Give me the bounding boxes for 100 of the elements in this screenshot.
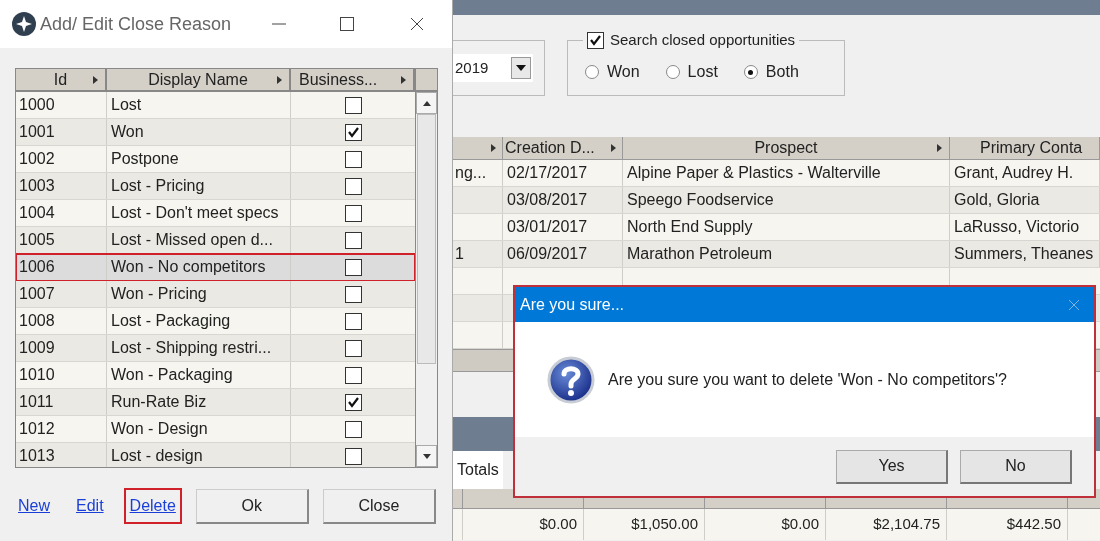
table-row[interactable]: 1003 Lost - Pricing — [16, 173, 415, 200]
checkbox[interactable] — [587, 31, 604, 49]
table-cell-text: 1012 — [19, 419, 55, 439]
dialog-button[interactable]: Ok — [195, 488, 309, 524]
table-cell-text: Won - Packaging — [111, 365, 233, 385]
table-row[interactable]: 1013 Lost - design — [16, 443, 415, 467]
table-cell-text: 06/09/2017 — [507, 244, 588, 264]
table-cell-text: Gold, Gloria — [954, 190, 1040, 210]
checkbox[interactable] — [344, 447, 362, 465]
close-icon[interactable] — [410, 17, 424, 31]
checkbox[interactable] — [344, 123, 362, 141]
table-cell-text: Lost - Don't meet specs — [111, 203, 279, 223]
checkbox[interactable] — [344, 258, 362, 276]
radio-button[interactable] — [743, 65, 758, 79]
table-row[interactable]: 1000 Lost — [16, 92, 415, 119]
table-cell-text: Won — [111, 122, 144, 142]
scrollbar-thumb[interactable] — [417, 114, 436, 364]
table-cell-text: ng... — [455, 163, 487, 183]
table-row[interactable]: 1012 Won - Design — [16, 416, 415, 443]
checkbox[interactable] — [344, 96, 362, 114]
table-cell-text: 1008 — [19, 311, 55, 331]
date-combobox[interactable]: 2019 — [453, 54, 533, 82]
message-box-button[interactable]: No — [960, 449, 1072, 484]
table-row[interactable]: 1004 Lost - Don't meet specs — [16, 200, 415, 227]
column-header[interactable]: Prospect — [623, 137, 950, 159]
table-cell-text: 1002 — [19, 149, 55, 169]
maximize-icon[interactable] — [340, 17, 354, 31]
message-box-button[interactable]: Yes — [836, 449, 948, 484]
checkbox[interactable] — [344, 339, 362, 357]
table-cell-text: LaRusso, Victorio — [954, 217, 1080, 237]
checkbox[interactable] — [344, 366, 362, 384]
scroll-down-icon[interactable] — [421, 451, 432, 461]
table-cell-text: 1005 — [19, 230, 55, 250]
table-cell-text: $0.00 — [539, 514, 577, 535]
table-cell-text: Lost - design — [111, 446, 203, 466]
table-cell-text: Lost - Packaging — [111, 311, 231, 331]
table-cell-text: 1009 — [19, 338, 55, 358]
table-row[interactable]: 1002 Postpone — [16, 146, 415, 173]
radio-label: Both — [765, 62, 799, 82]
table-row[interactable]: 1011 Run-Rate Biz — [16, 389, 415, 416]
checkbox[interactable] — [344, 204, 362, 222]
table-cell-text: 1001 — [19, 122, 55, 142]
table-cell-text: Summers, Theanes — [954, 244, 1094, 264]
column-header[interactable]: Display Name — [107, 69, 291, 90]
table-row[interactable]: 1010 Won - Packaging — [16, 362, 415, 389]
table-cell-text: 1011 — [19, 392, 54, 412]
question-icon — [547, 355, 595, 404]
table-cell-text: Lost - Pricing — [111, 176, 205, 196]
date-value: 2019 — [455, 57, 489, 78]
checkbox[interactable] — [344, 177, 362, 195]
table-row[interactable]: 1006 Won - No competitors — [16, 254, 415, 281]
link[interactable]: New — [12, 488, 56, 524]
table-cell-text: 1010 — [19, 365, 55, 385]
filter-label: Search closed opportunities — [610, 30, 796, 50]
checkbox[interactable] — [344, 393, 362, 411]
checkbox[interactable] — [344, 150, 362, 168]
table-row[interactable]: 1007 Won - Pricing — [16, 281, 415, 308]
table-row[interactable]: 1008 Lost - Packaging — [16, 308, 415, 335]
table-cell-text: Won - Design — [111, 419, 208, 439]
totals-tab[interactable]: Totals — [453, 451, 503, 489]
radio-button[interactable] — [665, 65, 680, 79]
table-cell-text: Won - No competitors — [111, 257, 266, 277]
column-header[interactable]: Creation D... — [503, 137, 623, 159]
table-cell-text: 1003 — [19, 176, 55, 196]
dropdown-arrow-icon — [516, 65, 526, 71]
dialog-button[interactable]: Close — [322, 488, 436, 524]
table-cell-text: Lost — [111, 95, 142, 115]
table-cell-text: 1006 — [19, 257, 55, 277]
scroll-down-button[interactable] — [416, 445, 437, 467]
table-cell-text: Marathon Petroleum — [627, 244, 772, 264]
scroll-up-button[interactable] — [416, 92, 437, 114]
checkbox[interactable] — [344, 312, 362, 330]
checkbox[interactable] — [344, 285, 362, 303]
table-cell-text: Won - Pricing — [111, 284, 207, 304]
table-cell-text: 1 — [455, 244, 464, 264]
table-cell-text: $1,050.00 — [631, 514, 698, 535]
radio-label: Lost — [687, 62, 718, 82]
radio-label: Won — [607, 62, 640, 82]
link[interactable]: Edit — [70, 488, 110, 524]
table-cell-text: $2,104.75 — [873, 514, 940, 535]
link[interactable]: Delete — [123, 488, 182, 524]
column-header[interactable]: Id — [16, 69, 107, 90]
checkbox[interactable] — [344, 231, 362, 249]
column-header[interactable]: Primary Conta — [950, 137, 1100, 159]
table-cell-text: $0.00 — [781, 514, 819, 535]
table-cell-text: Postpone — [111, 149, 179, 169]
table-row[interactable]: 1005 Lost - Missed open d... — [16, 227, 415, 254]
compass-logo-icon — [12, 12, 36, 36]
table-cell-text: $442.50 — [1006, 514, 1061, 535]
table-cell-text: Speego Foodservice — [627, 190, 774, 210]
table-cell-text: 03/08/2017 — [507, 190, 588, 210]
table-cell-text: Alpine Paper & Plastics - Walterville — [627, 163, 881, 183]
table-row[interactable]: 1001 Won — [16, 119, 415, 146]
message-text: Are you sure you want to delete 'Won - No competitors'? — [608, 369, 1007, 390]
radio-button[interactable] — [585, 65, 599, 79]
checkbox[interactable] — [344, 420, 362, 438]
table-cell-text: 1004 — [19, 203, 55, 223]
table-cell-text: North End Supply — [627, 217, 753, 237]
table-cell-text: Run-Rate Biz — [111, 392, 207, 412]
table-row[interactable]: 1009 Lost - Shipping restri... — [16, 335, 415, 362]
